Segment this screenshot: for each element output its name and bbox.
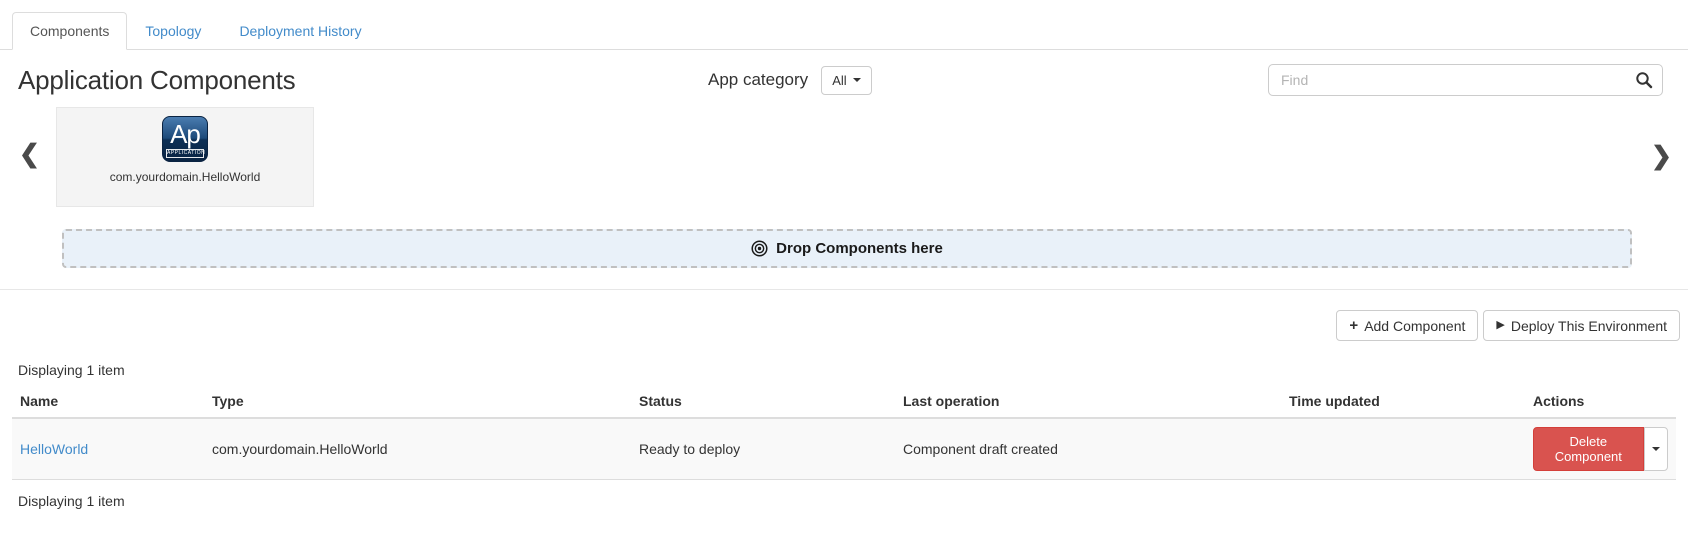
caret-down-icon	[853, 78, 861, 82]
add-component-label: Add Component	[1364, 318, 1465, 334]
component-type-cell: com.yourdomain.HelloWorld	[204, 418, 631, 480]
application-icon-text: Ap	[163, 117, 207, 151]
search-icon[interactable]	[1635, 71, 1653, 89]
page-title: Application Components	[18, 65, 708, 96]
app-category-group: App category All	[708, 66, 872, 95]
column-header-time-updated: Time updated	[1281, 385, 1525, 418]
component-actions-cell: Delete Component	[1525, 418, 1676, 480]
drop-zone-label: Drop Components here	[776, 240, 943, 257]
application-icon-badge: APPLICATION	[166, 149, 204, 158]
column-header-name: Name	[12, 385, 204, 418]
app-category-value: All	[832, 73, 846, 88]
column-header-status: Status	[631, 385, 895, 418]
environment-actions: + Add Component ▶ Deploy This Environmen…	[0, 310, 1688, 341]
delete-component-button[interactable]: Delete Component	[1533, 427, 1644, 471]
carousel-prev-icon[interactable]: ❮	[19, 142, 40, 167]
tab-deployment-history[interactable]: Deployment History	[221, 12, 379, 50]
play-icon: ▶	[1496, 320, 1504, 331]
caret-down-icon	[1652, 447, 1660, 451]
components-carousel: ❮ Ap APPLICATION com.yourdomain.HelloWor…	[0, 106, 1688, 208]
add-component-button[interactable]: + Add Component	[1336, 310, 1478, 341]
application-icon: Ap APPLICATION	[162, 116, 208, 162]
component-time-updated-cell	[1281, 418, 1525, 480]
deploy-environment-button[interactable]: ▶ Deploy This Environment	[1483, 310, 1680, 341]
target-icon	[751, 240, 768, 257]
column-header-type: Type	[204, 385, 631, 418]
table-header-row: Name Type Status Last operation Time upd…	[12, 385, 1676, 418]
tab-components[interactable]: Components	[12, 12, 127, 50]
deploy-label: Deploy This Environment	[1511, 318, 1667, 334]
app-category-dropdown[interactable]: All	[821, 66, 871, 95]
carousel-next-icon[interactable]: ❯	[1651, 144, 1672, 169]
search-box	[1268, 64, 1663, 96]
search-input[interactable]	[1268, 64, 1663, 96]
page-header: Application Components App category All	[0, 50, 1688, 102]
app-category-label: App category	[708, 70, 808, 90]
components-table: Name Type Status Last operation Time upd…	[12, 385, 1676, 480]
tab-topology[interactable]: Topology	[127, 12, 219, 50]
component-card-label: com.yourdomain.HelloWorld	[110, 170, 261, 184]
delete-button-group: Delete Component	[1533, 427, 1668, 471]
tab-bar: Components Topology Deployment History	[0, 0, 1688, 50]
component-card[interactable]: Ap APPLICATION com.yourdomain.HelloWorld	[56, 107, 314, 207]
delete-dropdown-toggle[interactable]	[1644, 427, 1668, 471]
item-count-bottom: Displaying 1 item	[0, 480, 1688, 509]
section-divider	[0, 289, 1688, 290]
column-header-last-operation: Last operation	[895, 385, 1281, 418]
item-count-top: Displaying 1 item	[0, 341, 1688, 385]
table-row: HelloWorld com.yourdomain.HelloWorld Rea…	[12, 418, 1676, 480]
component-last-operation-cell: Component draft created	[895, 418, 1281, 480]
component-status-cell: Ready to deploy	[631, 418, 895, 480]
drop-components-zone[interactable]: Drop Components here	[62, 229, 1632, 268]
plus-icon: +	[1349, 318, 1358, 333]
component-name-link[interactable]: HelloWorld	[20, 441, 88, 457]
column-header-actions: Actions	[1525, 385, 1676, 418]
